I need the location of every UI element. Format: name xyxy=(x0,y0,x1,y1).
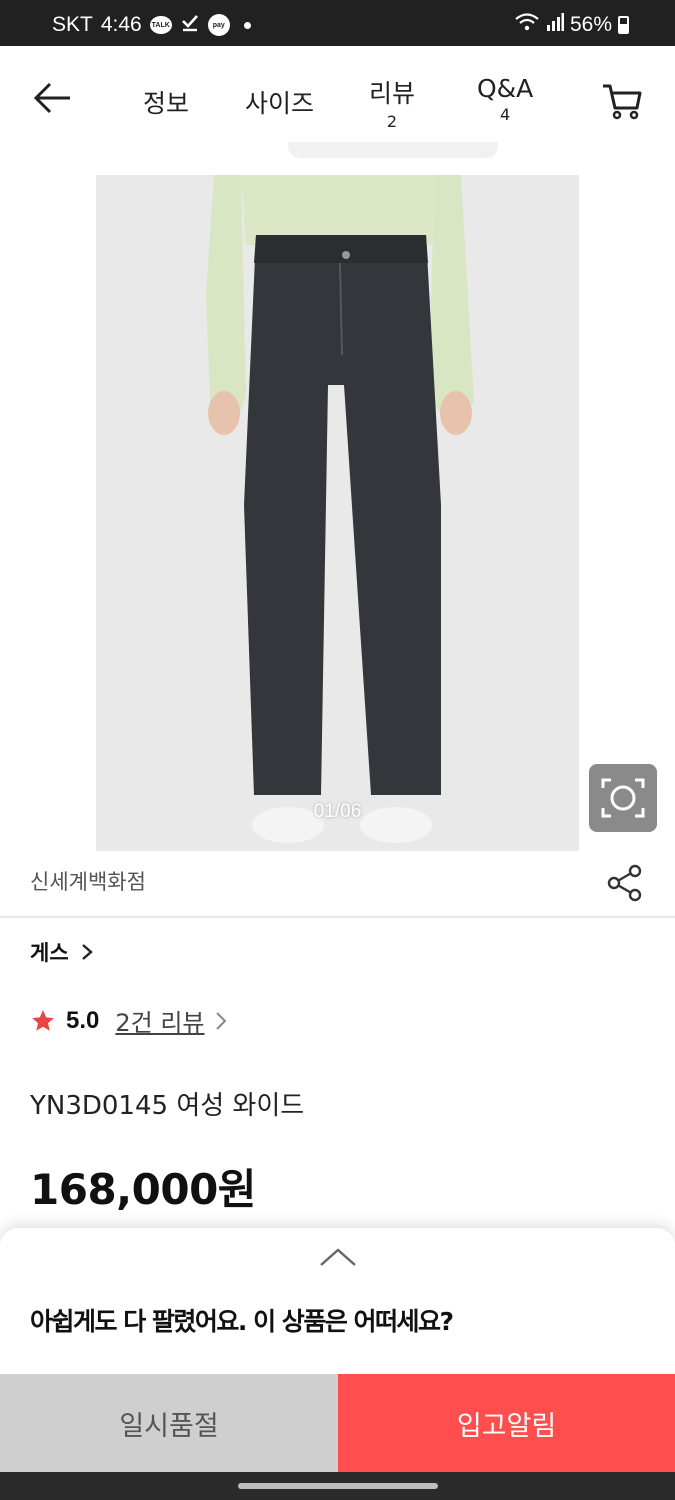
tab-qna-label: Q&A xyxy=(477,74,534,103)
share-icon xyxy=(607,864,642,902)
cart-button[interactable] xyxy=(601,80,643,122)
status-right: 56% xyxy=(514,12,629,38)
restock-notify-button[interactable]: 입고알림 xyxy=(338,1374,675,1472)
seller-row: 신세계백화점 xyxy=(0,852,675,918)
soldout-bottom-sheet: 아쉽게도 다 팔렸어요. 이 상품은 어떠세요? xyxy=(0,1228,675,1378)
product-price: 168,000원 xyxy=(30,1165,256,1214)
battery-icon xyxy=(618,16,629,34)
check-icon xyxy=(180,12,200,38)
product-header: 정보 사이즈 리뷰 2 Q&A 4 xyxy=(0,46,675,150)
jeans-photo xyxy=(96,175,579,851)
cart-icon xyxy=(603,84,642,120)
back-button[interactable] xyxy=(30,76,74,120)
sheet-expand-button[interactable] xyxy=(318,1246,358,1268)
star-icon xyxy=(32,1009,54,1031)
carrier-text: SKT xyxy=(52,13,93,36)
chevron-up-icon xyxy=(320,1248,356,1266)
tab-review-count: 2 xyxy=(386,112,398,131)
seller-name: 신세계백화점 xyxy=(30,870,146,894)
tab-info-label: 정보 xyxy=(143,89,190,118)
status-bar: SKT 4:46 TALK pay 56% xyxy=(0,0,675,46)
sheet-title: 아쉽게도 다 팔렸어요. 이 상품은 어떠세요? xyxy=(30,1307,454,1336)
chevron-right-icon xyxy=(81,944,93,960)
lens-search-icon xyxy=(601,778,645,818)
notification-dot-icon xyxy=(243,21,251,29)
review-chevron-right-icon xyxy=(215,1011,226,1030)
tab-size[interactable]: 사이즈 xyxy=(245,84,314,120)
back-arrow-icon xyxy=(33,82,70,114)
lens-search-button[interactable] xyxy=(589,764,657,832)
status-left: SKT 4:46 TALK pay xyxy=(52,12,251,38)
rating-row: 5.0 2건 리뷰 xyxy=(30,1003,227,1038)
tab-qna[interactable]: Q&A 4 xyxy=(477,74,533,124)
share-button[interactable] xyxy=(607,864,643,902)
product-image[interactable]: 01/06 xyxy=(96,175,579,851)
time-text: 4:46 xyxy=(100,13,142,36)
tab-info[interactable]: 정보 xyxy=(143,84,189,120)
product-title: YN3D0145 여성 와이드 xyxy=(30,1091,305,1121)
tab-review[interactable]: 리뷰 2 xyxy=(369,74,415,131)
system-nav-bar xyxy=(0,1472,675,1500)
wifi-icon xyxy=(514,12,540,38)
home-gesture-bar[interactable] xyxy=(238,1483,438,1489)
tab-review-label: 리뷰 xyxy=(369,79,416,108)
tab-qna-count: 4 xyxy=(500,105,511,124)
soldout-button: 일시품절 xyxy=(0,1374,338,1472)
review-count-link[interactable]: 2건 리뷰 xyxy=(115,1003,204,1038)
tab-size-label: 사이즈 xyxy=(245,89,315,118)
battery-text: 56% xyxy=(569,13,612,36)
rating-value: 5.0 xyxy=(66,1006,100,1034)
signal-icon xyxy=(546,13,564,37)
carousel-peek xyxy=(288,142,498,158)
brand-name: 게스 xyxy=(30,941,69,965)
brand-link[interactable]: 게스 xyxy=(30,937,93,967)
image-counter: 01/06 xyxy=(313,801,362,822)
pay-icon: pay xyxy=(207,14,230,36)
talk-icon: TALK xyxy=(149,16,172,34)
